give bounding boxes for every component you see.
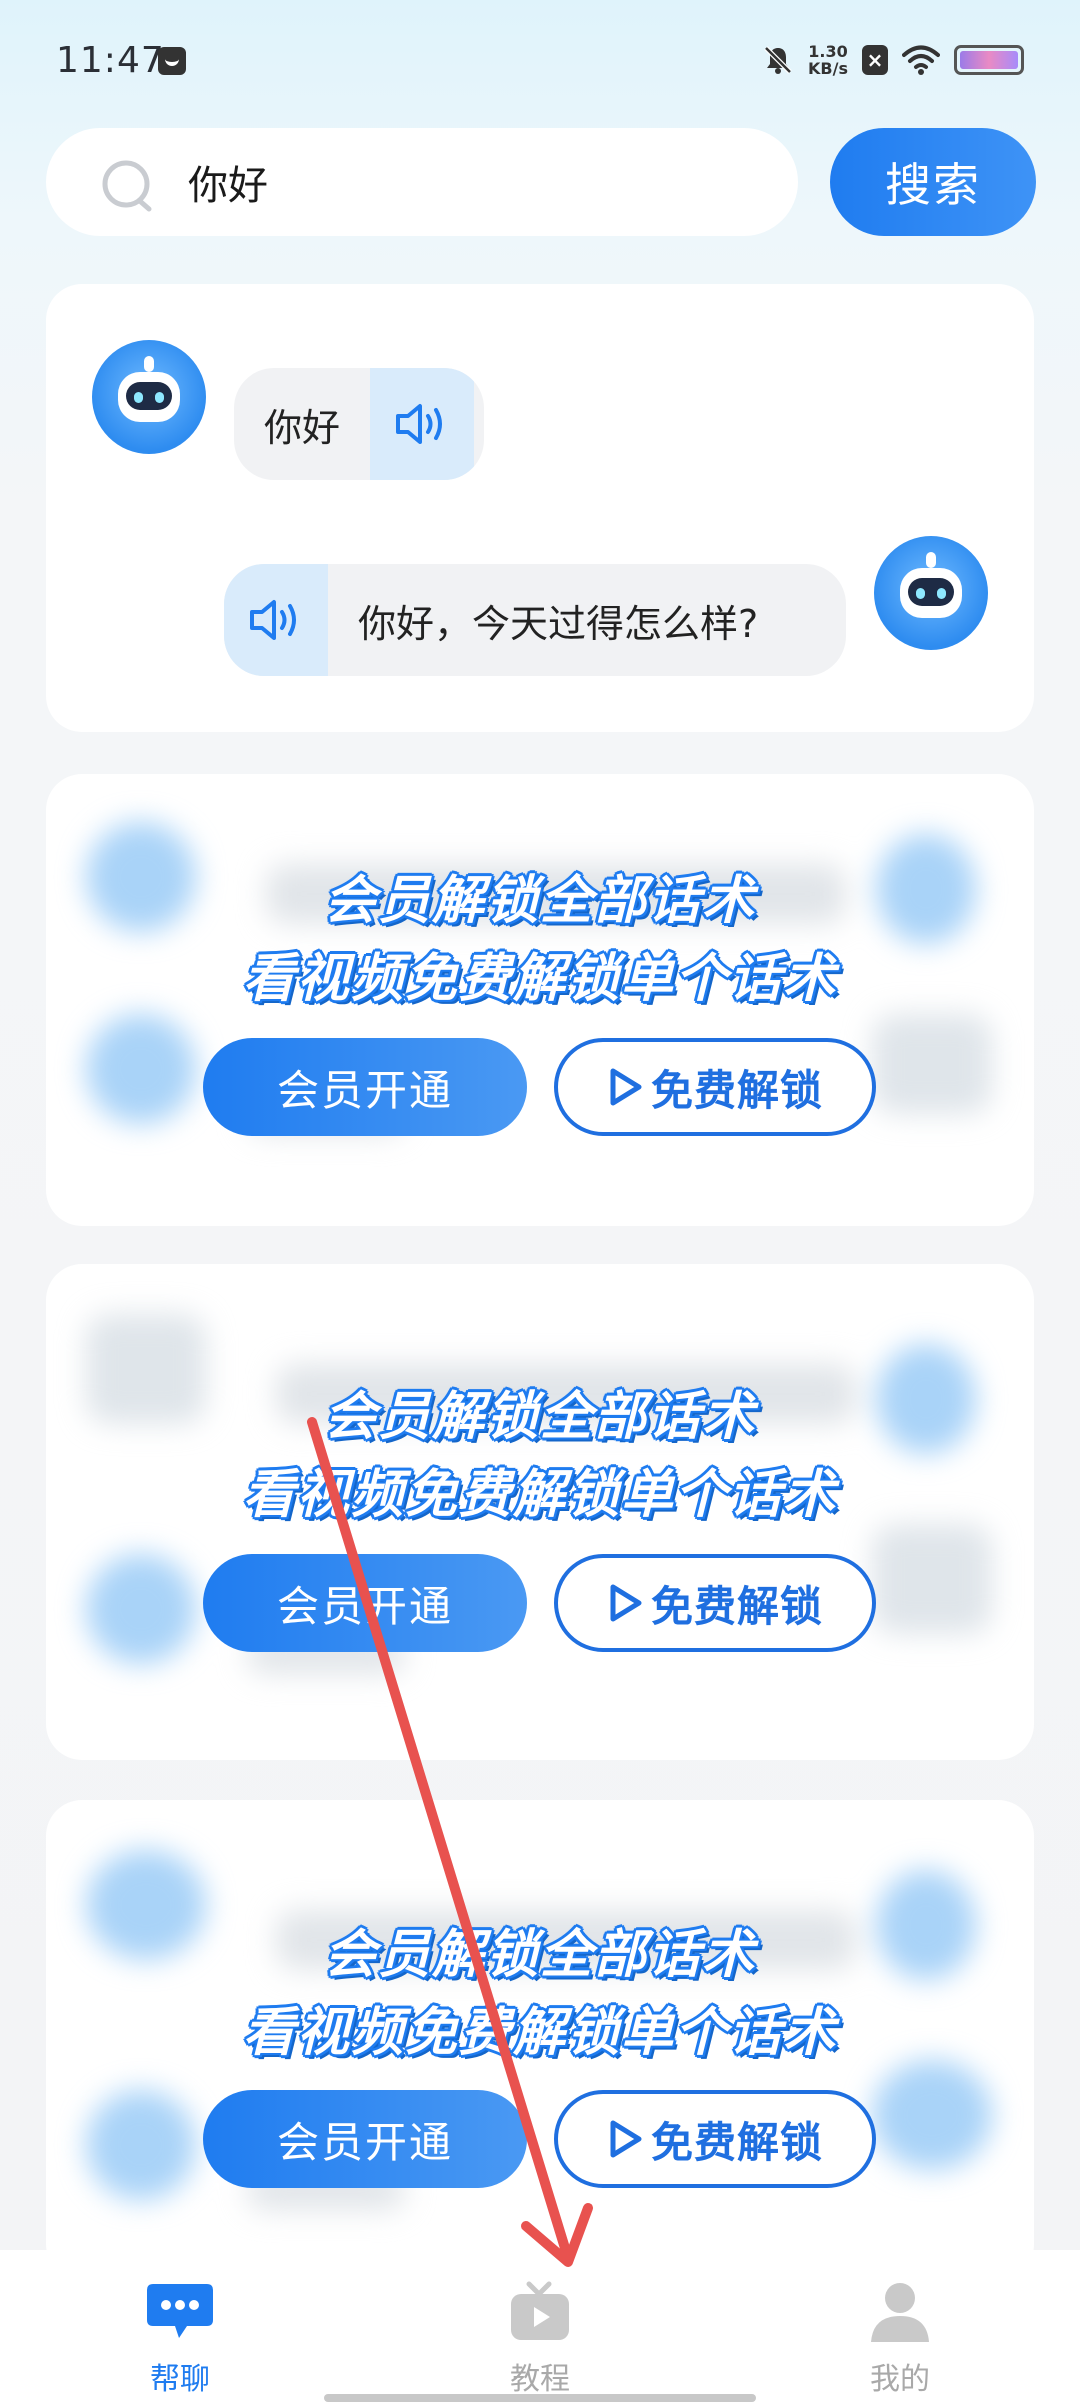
play-audio-button[interactable] [224,564,328,676]
home-indicator[interactable] [324,2394,756,2402]
member-open-button[interactable]: 会员开通 [203,1038,527,1136]
wifi-icon [902,45,940,75]
chat-message-text: 你好，今天过得怎么样? [358,601,759,646]
free-unlock-button[interactable]: 免费解锁 [554,2090,876,2188]
chat-bubble-user[interactable]: 你好，今天过得怎么样? [224,564,846,676]
mute-bell-icon [764,46,792,74]
free-unlock-label: 免费解锁 [650,2117,823,2167]
bottom-nav: 帮聊 教程 我的 [0,2250,1080,2408]
unlock-all-title: 会员解锁全部话术 [323,1925,756,1985]
nav-label: 教程 [510,2362,570,2397]
locked-script-card: 会员解锁全部话术 看视频免费解锁单个话术 会员开通 免费解锁 [46,1800,1034,2280]
unlock-single-title: 看视频免费解锁单个话术 [242,949,837,1009]
nav-item-help-chat[interactable]: 帮聊 [100,2280,260,2398]
unlock-all-title: 会员解锁全部话术 [323,1387,756,1447]
tv-play-icon [511,2281,569,2340]
member-open-button[interactable]: 会员开通 [203,2090,527,2188]
bot-avatar [92,340,206,454]
play-icon [610,1068,642,1106]
search-button[interactable]: 搜索 [830,128,1036,236]
nav-item-mine[interactable]: 我的 [820,2280,980,2398]
play-icon [610,2120,642,2158]
speed-value: 1.30 [808,42,848,61]
user-avatar [874,536,988,650]
speaker-icon [250,600,296,640]
speed-unit: KB/s [808,59,848,78]
chat-card: 你好 你好，今天过得怎么样? [46,284,1034,732]
free-unlock-button[interactable]: 免费解锁 [554,1554,876,1652]
play-audio-button[interactable] [370,368,475,480]
free-unlock-label: 免费解锁 [650,1581,823,1631]
close-app-icon: × [862,45,888,75]
free-unlock-label: 免费解锁 [650,1065,823,1115]
play-icon [610,1584,642,1622]
status-time: 11:47 [56,40,165,81]
status-indicators: 1.30 KB/s × [762,40,1024,80]
search-input[interactable] [188,154,748,210]
chat-bubble-icon [147,2284,213,2338]
locked-script-card: 会员解锁全部话术 看视频免费解锁单个话术 会员开通 免费解锁 [46,774,1034,1226]
person-icon [871,2283,929,2342]
battery-icon [954,45,1024,75]
free-unlock-button[interactable]: 免费解锁 [554,1038,876,1136]
unlock-single-title: 看视频免费解锁单个话术 [242,2003,837,2063]
nav-label: 我的 [870,2362,930,2397]
search-icon [102,160,152,212]
unlock-single-title: 看视频免费解锁单个话术 [242,1465,837,1525]
locked-script-card: 会员解锁全部话术 看视频免费解锁单个话术 会员开通 免费解锁 [46,1264,1034,1760]
status-bar: 11:47 1.30 KB/s × [0,0,1080,120]
notification-icon [158,47,186,75]
search-box[interactable] [46,128,798,236]
chat-message-text: 你好 [264,405,341,450]
nav-label: 帮聊 [150,2362,210,2397]
chat-bubble-bot[interactable]: 你好 [234,368,484,480]
member-open-button[interactable]: 会员开通 [203,1554,527,1652]
speaker-icon [396,404,443,444]
nav-item-tutorial[interactable]: 教程 [460,2280,620,2398]
network-speed: 1.30 KB/s [808,43,848,77]
unlock-all-title: 会员解锁全部话术 [323,871,756,931]
